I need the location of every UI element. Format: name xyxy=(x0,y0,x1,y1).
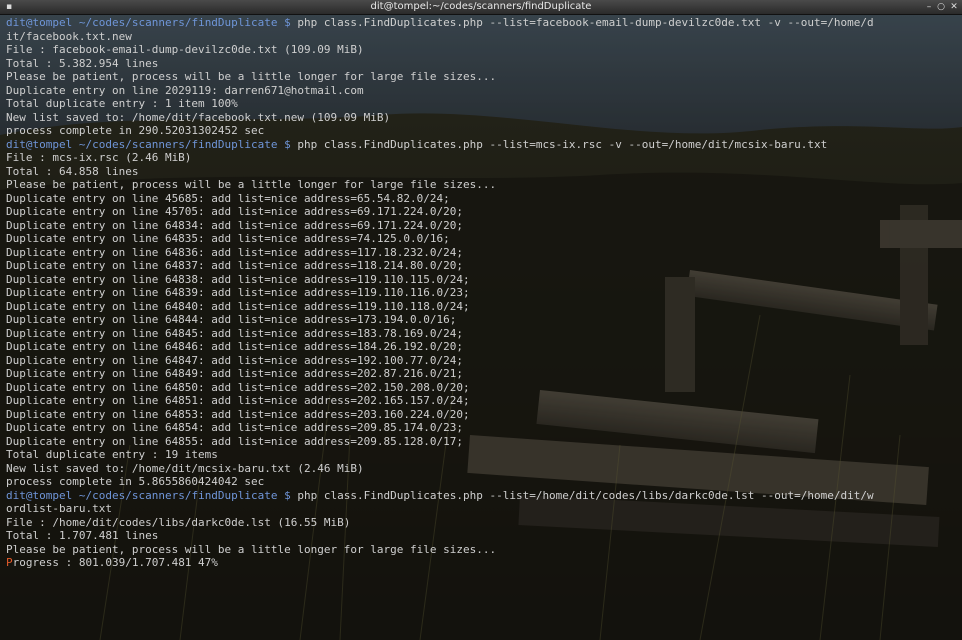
terminal-output-line: Duplicate entry on line 64838: add list=… xyxy=(6,273,962,287)
line-text: rogress : 801.039/1.707.481 47% xyxy=(12,556,218,569)
line-text: Duplicate entry on line 64853: add list=… xyxy=(6,407,470,421)
line-text: Total : 64.858 lines xyxy=(6,164,139,178)
line-text: Duplicate entry on line 64845: add list=… xyxy=(6,326,463,340)
terminal-output-line: Duplicate entry on line 64845: add list=… xyxy=(6,327,962,341)
terminal-output-line: New list saved to: /home/dit/mcsix-baru.… xyxy=(6,462,962,476)
terminal-output-line: Duplicate entry on line 64853: add list=… xyxy=(6,408,962,422)
line-text: Duplicate entry on line 64844: add list=… xyxy=(6,313,457,326)
terminal-output-line: File : /home/dit/codes/libs/darkc0de.lst… xyxy=(6,516,962,530)
prompt-path: ~/codes/scanners/findDuplicate $ xyxy=(78,16,291,29)
window-title: dit@tompel:~/codes/scanners/findDuplicat… xyxy=(370,1,592,12)
terminal-output-line: Duplicate entry on line 64837: add list=… xyxy=(6,259,962,273)
line-text: New list saved to: /home/dit/facebook.tx… xyxy=(6,110,391,124)
prompt-path: ~/codes/scanners/findDuplicate $ xyxy=(78,137,291,151)
line-text: Total duplicate entry : 19 items xyxy=(6,448,218,461)
terminal-output-line: Please be patient, process will be a lit… xyxy=(6,543,962,557)
terminal-cursor: P xyxy=(6,556,13,569)
terminal-prompt-line: dit@tompel ~/codes/scanners/findDuplicat… xyxy=(6,138,962,152)
line-text: Duplicate entry on line 64840: add list=… xyxy=(6,299,470,313)
terminal-output-line: Duplicate entry on line 64855: add list=… xyxy=(6,435,962,449)
line-text: php class.FindDuplicates.php --list=face… xyxy=(290,16,874,29)
close-icon[interactable]: ✕ xyxy=(949,2,959,12)
terminal-output-line: it/facebook.txt.new xyxy=(6,30,962,44)
line-text: Total : 5.382.954 lines xyxy=(6,56,159,70)
line-text: Duplicate entry on line 64836: add list=… xyxy=(6,245,463,259)
terminal-output-line: Total duplicate entry : 19 items xyxy=(6,448,962,462)
terminal-output-line: File : facebook-email-dump-devilzc0de.tx… xyxy=(6,43,962,57)
terminal-output-line: Total : 64.858 lines xyxy=(6,165,962,179)
window-titlebar[interactable]: ▪ dit@tompel:~/codes/scanners/findDuplic… xyxy=(0,0,962,15)
terminal-output-line: Duplicate entry on line 45685: add list=… xyxy=(6,192,962,206)
terminal-output-line: Duplicate entry on line 64844: add list=… xyxy=(6,313,962,327)
terminal-output[interactable]: dit@tompel ~/codes/scanners/findDuplicat… xyxy=(6,16,962,570)
terminal-output-line: Duplicate entry on line 64851: add list=… xyxy=(6,394,962,408)
line-text: Please be patient, process will be a lit… xyxy=(6,178,497,191)
line-text: Duplicate entry on line 45705: add list=… xyxy=(6,205,463,218)
terminal-output-line: Duplicate entry on line 64847: add list=… xyxy=(6,354,962,368)
terminal-output-line: ordlist-baru.txt xyxy=(6,502,962,516)
terminal-output-line: Duplicate entry on line 64840: add list=… xyxy=(6,300,962,314)
maximize-icon[interactable]: ○ xyxy=(936,2,946,12)
line-text: File : /home/dit/codes/libs/darkc0de.lst… xyxy=(6,515,351,529)
line-text: Duplicate entry on line 64838: add list=… xyxy=(6,272,470,286)
line-text: Duplicate entry on line 64834: add list=… xyxy=(6,218,463,232)
terminal-output-line: Duplicate entry on line 64854: add list=… xyxy=(6,421,962,435)
line-text: Total : 1.707.481 lines xyxy=(6,529,159,542)
line-text: php class.FindDuplicates.php --list=mcs-… xyxy=(290,137,828,151)
line-text: Duplicate entry on line 64855: add list=… xyxy=(6,434,463,448)
line-text: Total duplicate entry : 1 item 100% xyxy=(6,97,238,110)
terminal-output-line: Progress : 801.039/1.707.481 47% xyxy=(6,556,962,570)
terminal-output-line: Please be patient, process will be a lit… xyxy=(6,70,962,84)
terminal-output-line: Duplicate entry on line 64839: add list=… xyxy=(6,286,962,300)
line-text: Duplicate entry on line 64847: add list=… xyxy=(6,353,463,367)
terminal-output-line: Total duplicate entry : 1 item 100% xyxy=(6,97,962,111)
minimize-icon[interactable]: – xyxy=(924,2,934,12)
line-text: Duplicate entry on line 64851: add list=… xyxy=(6,394,470,407)
line-text: Please be patient, process will be a lit… xyxy=(6,70,497,83)
terminal-output-line: Duplicate entry on line 45705: add list=… xyxy=(6,205,962,219)
line-text: Duplicate entry on line 45685: add list=… xyxy=(6,191,450,205)
line-text: Duplicate entry on line 64849: add list=… xyxy=(6,367,463,380)
terminal-output-line: File : mcs-ix.rsc (2.46 MiB) xyxy=(6,151,962,165)
terminal-output-line: Duplicate entry on line 2029119: darren6… xyxy=(6,84,962,98)
terminal-output-line: Duplicate entry on line 64834: add list=… xyxy=(6,219,962,233)
line-text: php class.FindDuplicates.php --list=/hom… xyxy=(290,488,874,502)
terminal-output-line: Duplicate entry on line 64846: add list=… xyxy=(6,340,962,354)
terminal-output-line: Duplicate entry on line 64836: add list=… xyxy=(6,246,962,260)
line-text: it/facebook.txt.new xyxy=(6,29,132,43)
terminal-output-line: process complete in 290.52031302452 sec xyxy=(6,124,962,138)
terminal-output-line: Duplicate entry on line 64835: add list=… xyxy=(6,232,962,246)
line-text: Duplicate entry on line 2029119: darren6… xyxy=(6,83,364,97)
line-text: Duplicate entry on line 64854: add list=… xyxy=(6,421,463,434)
prompt-user-host: dit@tompel xyxy=(6,137,73,151)
line-text: Duplicate entry on line 64850: add list=… xyxy=(6,380,470,394)
line-text: ordlist-baru.txt xyxy=(6,502,112,515)
terminal-output-line: Duplicate entry on line 64849: add list=… xyxy=(6,367,962,381)
prompt-user-host: dit@tompel xyxy=(6,488,73,502)
prompt-user-host: dit@tompel xyxy=(6,16,73,29)
line-text: process complete in 290.52031302452 sec xyxy=(6,124,265,137)
prompt-path: ~/codes/scanners/findDuplicate $ xyxy=(78,488,291,502)
line-text: process complete in 5.8655860424042 sec xyxy=(6,475,265,488)
terminal-output-line: New list saved to: /home/dit/facebook.tx… xyxy=(6,111,962,125)
line-text: File : facebook-email-dump-devilzc0de.tx… xyxy=(6,43,364,56)
line-text: Duplicate entry on line 64835: add list=… xyxy=(6,232,450,245)
terminal-window: ▪ dit@tompel:~/codes/scanners/findDuplic… xyxy=(0,0,962,640)
line-text: Duplicate entry on line 64837: add list=… xyxy=(6,259,463,272)
terminal-output-line: Total : 5.382.954 lines xyxy=(6,57,962,71)
line-text: Please be patient, process will be a lit… xyxy=(6,542,497,556)
line-text: File : mcs-ix.rsc (2.46 MiB) xyxy=(6,151,192,164)
terminal-output-line: Duplicate entry on line 64850: add list=… xyxy=(6,381,962,395)
line-text: Duplicate entry on line 64839: add list=… xyxy=(6,286,470,299)
line-text: Duplicate entry on line 64846: add list=… xyxy=(6,340,463,353)
terminal-prompt-line: dit@tompel ~/codes/scanners/findDuplicat… xyxy=(6,16,962,30)
terminal-output-line: Total : 1.707.481 lines xyxy=(6,529,962,543)
terminal-prompt-line: dit@tompel ~/codes/scanners/findDuplicat… xyxy=(6,489,962,503)
terminal-output-line: process complete in 5.8655860424042 sec xyxy=(6,475,962,489)
terminal-output-line: Please be patient, process will be a lit… xyxy=(6,178,962,192)
line-text: New list saved to: /home/dit/mcsix-baru.… xyxy=(6,461,364,475)
